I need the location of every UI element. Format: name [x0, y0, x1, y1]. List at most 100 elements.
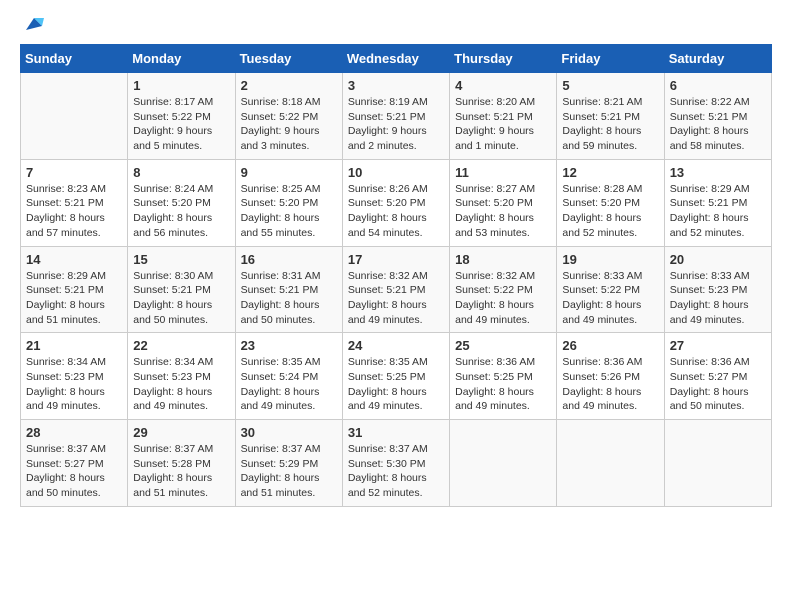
day-number: 12	[562, 165, 658, 180]
column-header-friday: Friday	[557, 45, 664, 73]
calendar-cell: 4 Sunrise: 8:20 AMSunset: 5:21 PMDaylight…	[450, 73, 557, 160]
column-header-tuesday: Tuesday	[235, 45, 342, 73]
cell-sun-info: Sunrise: 8:33 AMSunset: 5:22 PMDaylight:…	[562, 269, 658, 328]
calendar-cell: 11 Sunrise: 8:27 AMSunset: 5:20 PMDayligh…	[450, 159, 557, 246]
cell-sun-info: Sunrise: 8:30 AMSunset: 5:21 PMDaylight:…	[133, 269, 229, 328]
day-number: 23	[241, 338, 337, 353]
day-number: 1	[133, 78, 229, 93]
day-number: 7	[26, 165, 122, 180]
calendar-cell: 10 Sunrise: 8:26 AMSunset: 5:20 PMDayligh…	[342, 159, 449, 246]
cell-sun-info: Sunrise: 8:22 AMSunset: 5:21 PMDaylight:…	[670, 95, 766, 154]
cell-sun-info: Sunrise: 8:31 AMSunset: 5:21 PMDaylight:…	[241, 269, 337, 328]
calendar-cell: 28Sunrise: 8:37 AMSunset: 5:27 PMDayligh…	[21, 420, 128, 507]
calendar-cell: 7 Sunrise: 8:23 AMSunset: 5:21 PMDaylight…	[21, 159, 128, 246]
day-number: 26	[562, 338, 658, 353]
day-number: 29	[133, 425, 229, 440]
cell-sun-info: Sunrise: 8:32 AMSunset: 5:22 PMDaylight:…	[455, 269, 551, 328]
column-header-monday: Monday	[128, 45, 235, 73]
calendar-cell	[557, 420, 664, 507]
cell-sun-info: Sunrise: 8:37 AMSunset: 5:29 PMDaylight:…	[241, 442, 337, 501]
calendar-cell: 13 Sunrise: 8:29 AMSunset: 5:21 PMDayligh…	[664, 159, 771, 246]
cell-sun-info: Sunrise: 8:36 AMSunset: 5:27 PMDaylight:…	[670, 355, 766, 414]
day-number: 5	[562, 78, 658, 93]
cell-sun-info: Sunrise: 8:27 AMSunset: 5:20 PMDaylight:…	[455, 182, 551, 241]
day-number: 25	[455, 338, 551, 353]
cell-sun-info: Sunrise: 8:29 AMSunset: 5:21 PMDaylight:…	[670, 182, 766, 241]
calendar-cell: 9 Sunrise: 8:25 AMSunset: 5:20 PMDaylight…	[235, 159, 342, 246]
column-header-wednesday: Wednesday	[342, 45, 449, 73]
calendar-cell: 16 Sunrise: 8:31 AMSunset: 5:21 PMDayligh…	[235, 246, 342, 333]
cell-sun-info: Sunrise: 8:23 AMSunset: 5:21 PMDaylight:…	[26, 182, 122, 241]
cell-sun-info: Sunrise: 8:35 AMSunset: 5:25 PMDaylight:…	[348, 355, 444, 414]
calendar-cell: 19 Sunrise: 8:33 AMSunset: 5:22 PMDayligh…	[557, 246, 664, 333]
calendar-cell: 30 Sunrise: 8:37 AMSunset: 5:29 PMDayligh…	[235, 420, 342, 507]
day-number: 6	[670, 78, 766, 93]
calendar-cell	[450, 420, 557, 507]
calendar-cell: 29Sunrise: 8:37 AMSunset: 5:28 PMDayligh…	[128, 420, 235, 507]
day-number: 19	[562, 252, 658, 267]
cell-sun-info: Sunrise: 8:18 AMSunset: 5:22 PMDaylight:…	[241, 95, 337, 154]
cell-sun-info: Sunrise: 8:20 AMSunset: 5:21 PMDaylight:…	[455, 95, 551, 154]
day-number: 18	[455, 252, 551, 267]
calendar-cell: 18 Sunrise: 8:32 AMSunset: 5:22 PMDayligh…	[450, 246, 557, 333]
calendar-cell: 22Sunrise: 8:34 AMSunset: 5:23 PMDayligh…	[128, 333, 235, 420]
calendar-week-row: 1 Sunrise: 8:17 AMSunset: 5:22 PMDaylight…	[21, 73, 772, 160]
cell-sun-info: Sunrise: 8:25 AMSunset: 5:20 PMDaylight:…	[241, 182, 337, 241]
calendar-cell: 23 Sunrise: 8:35 AMSunset: 5:24 PMDayligh…	[235, 333, 342, 420]
calendar-cell: 24 Sunrise: 8:35 AMSunset: 5:25 PMDayligh…	[342, 333, 449, 420]
day-number: 27	[670, 338, 766, 353]
calendar-cell: 25 Sunrise: 8:36 AMSunset: 5:25 PMDayligh…	[450, 333, 557, 420]
column-header-thursday: Thursday	[450, 45, 557, 73]
cell-sun-info: Sunrise: 8:37 AMSunset: 5:30 PMDaylight:…	[348, 442, 444, 501]
cell-sun-info: Sunrise: 8:28 AMSunset: 5:20 PMDaylight:…	[562, 182, 658, 241]
day-number: 17	[348, 252, 444, 267]
calendar-cell: 3 Sunrise: 8:19 AMSunset: 5:21 PMDaylight…	[342, 73, 449, 160]
calendar-week-row: 7 Sunrise: 8:23 AMSunset: 5:21 PMDaylight…	[21, 159, 772, 246]
day-number: 20	[670, 252, 766, 267]
day-number: 3	[348, 78, 444, 93]
day-number: 10	[348, 165, 444, 180]
cell-sun-info: Sunrise: 8:36 AMSunset: 5:25 PMDaylight:…	[455, 355, 551, 414]
cell-sun-info: Sunrise: 8:36 AMSunset: 5:26 PMDaylight:…	[562, 355, 658, 414]
calendar-week-row: 14Sunrise: 8:29 AMSunset: 5:21 PMDayligh…	[21, 246, 772, 333]
cell-sun-info: Sunrise: 8:26 AMSunset: 5:20 PMDaylight:…	[348, 182, 444, 241]
cell-sun-info: Sunrise: 8:19 AMSunset: 5:21 PMDaylight:…	[348, 95, 444, 154]
calendar-week-row: 21 Sunrise: 8:34 AMSunset: 5:23 PMDayligh…	[21, 333, 772, 420]
day-number: 21	[26, 338, 122, 353]
day-number: 8	[133, 165, 229, 180]
cell-sun-info: Sunrise: 8:35 AMSunset: 5:24 PMDaylight:…	[241, 355, 337, 414]
cell-sun-info: Sunrise: 8:33 AMSunset: 5:23 PMDaylight:…	[670, 269, 766, 328]
cell-sun-info: Sunrise: 8:32 AMSunset: 5:21 PMDaylight:…	[348, 269, 444, 328]
calendar-cell: 2 Sunrise: 8:18 AMSunset: 5:22 PMDaylight…	[235, 73, 342, 160]
day-number: 11	[455, 165, 551, 180]
calendar-cell: 5 Sunrise: 8:21 AMSunset: 5:21 PMDaylight…	[557, 73, 664, 160]
calendar-cell: 17 Sunrise: 8:32 AMSunset: 5:21 PMDayligh…	[342, 246, 449, 333]
calendar-table: SundayMondayTuesdayWednesdayThursdayFrid…	[20, 44, 772, 507]
logo-icon	[22, 12, 44, 34]
day-number: 13	[670, 165, 766, 180]
day-number: 31	[348, 425, 444, 440]
day-number: 4	[455, 78, 551, 93]
calendar-cell: 27 Sunrise: 8:36 AMSunset: 5:27 PMDayligh…	[664, 333, 771, 420]
column-header-saturday: Saturday	[664, 45, 771, 73]
day-number: 30	[241, 425, 337, 440]
calendar-cell: 21 Sunrise: 8:34 AMSunset: 5:23 PMDayligh…	[21, 333, 128, 420]
cell-sun-info: Sunrise: 8:34 AMSunset: 5:23 PMDaylight:…	[26, 355, 122, 414]
cell-sun-info: Sunrise: 8:17 AMSunset: 5:22 PMDaylight:…	[133, 95, 229, 154]
day-number: 24	[348, 338, 444, 353]
day-number: 9	[241, 165, 337, 180]
day-number: 16	[241, 252, 337, 267]
day-number: 22	[133, 338, 229, 353]
calendar-cell: 31 Sunrise: 8:37 AMSunset: 5:30 PMDayligh…	[342, 420, 449, 507]
calendar-cell: 6 Sunrise: 8:22 AMSunset: 5:21 PMDaylight…	[664, 73, 771, 160]
calendar-cell	[21, 73, 128, 160]
day-number: 2	[241, 78, 337, 93]
calendar-week-row: 28Sunrise: 8:37 AMSunset: 5:27 PMDayligh…	[21, 420, 772, 507]
page-header	[20, 20, 772, 34]
day-number: 28	[26, 425, 122, 440]
column-header-sunday: Sunday	[21, 45, 128, 73]
cell-sun-info: Sunrise: 8:29 AMSunset: 5:21 PMDaylight:…	[26, 269, 122, 328]
cell-sun-info: Sunrise: 8:24 AMSunset: 5:20 PMDaylight:…	[133, 182, 229, 241]
calendar-cell: 8 Sunrise: 8:24 AMSunset: 5:20 PMDaylight…	[128, 159, 235, 246]
cell-sun-info: Sunrise: 8:21 AMSunset: 5:21 PMDaylight:…	[562, 95, 658, 154]
